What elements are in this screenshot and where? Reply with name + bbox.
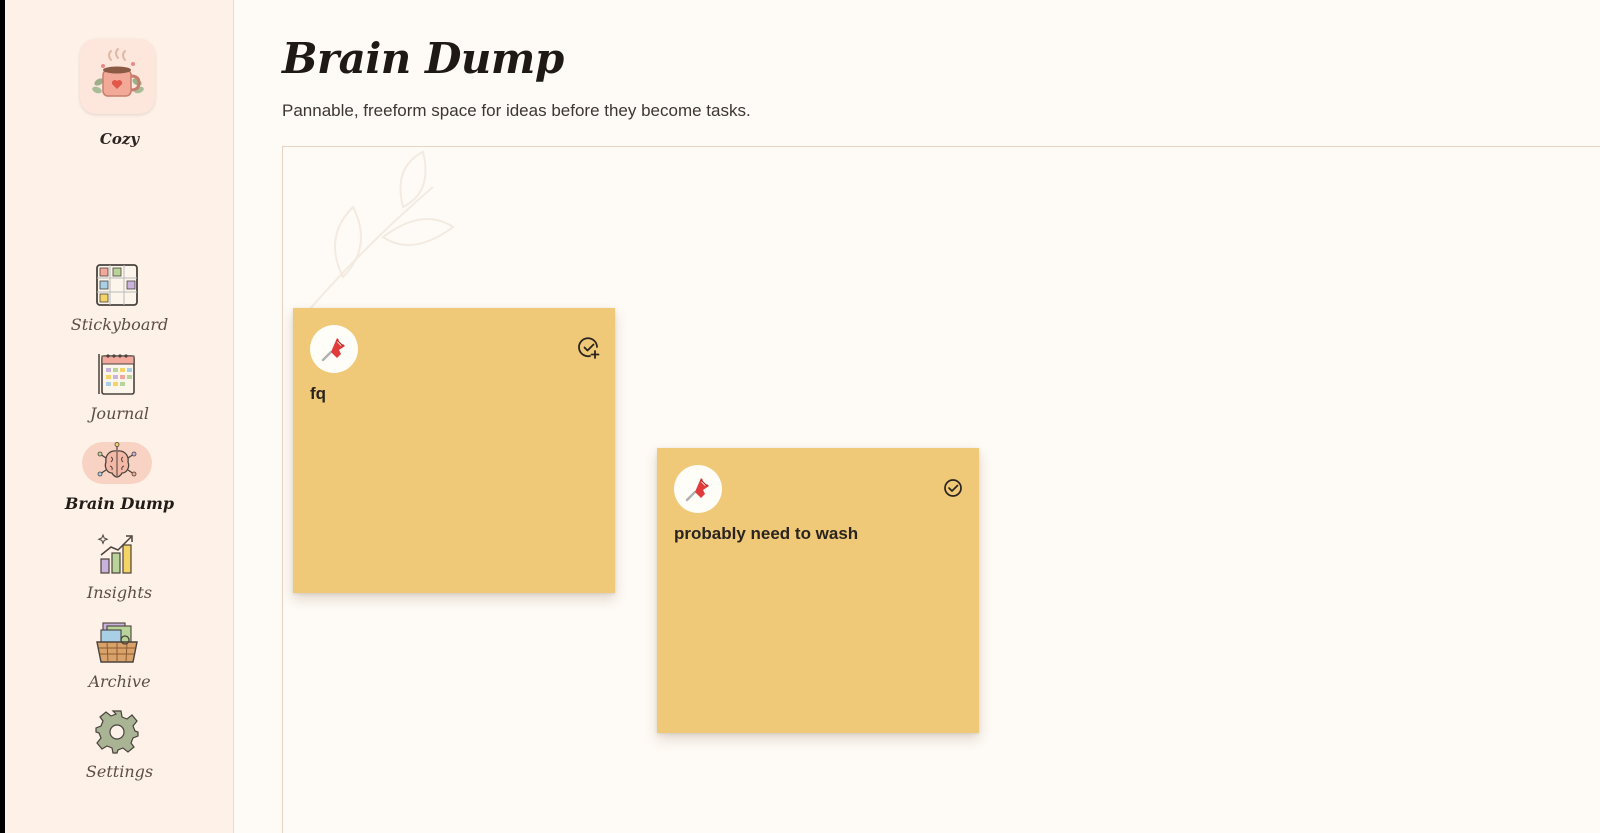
page-title: Brain Dump	[282, 34, 564, 83]
brain-icon	[82, 442, 152, 484]
sidebar-item-insights[interactable]: Insights	[5, 531, 234, 615]
sidebar-item-stickyboard[interactable]: Stickyboard	[5, 263, 234, 347]
sidebar-item-label: Stickyboard	[70, 315, 169, 334]
check-add-icon[interactable]	[577, 336, 601, 360]
sticky-note[interactable]: fq	[293, 308, 615, 593]
sidebar-item-label: Archive	[88, 672, 151, 691]
brain-dump-canvas[interactable]: fq probably need to wash	[282, 146, 1600, 833]
stickyboard-icon	[95, 263, 139, 307]
note-text[interactable]: probably need to wash	[674, 524, 858, 544]
page-subtitle: Pannable, freeform space for ideas befor…	[282, 101, 751, 120]
gear-icon	[95, 710, 139, 754]
note-text[interactable]: fq	[310, 384, 326, 404]
coffee-mug-icon[interactable]	[80, 39, 155, 114]
sidebar-item-settings[interactable]: Settings	[5, 710, 234, 794]
sidebar-item-brain-dump[interactable]: Brain Dump	[5, 442, 234, 526]
sidebar-item-label: Brain Dump	[64, 494, 175, 513]
sidebar: Cozy Stickyboard Journal Brain Dump Insi…	[5, 0, 234, 833]
sidebar-item-label: Journal	[90, 404, 149, 423]
pushpin-icon[interactable]	[310, 325, 358, 373]
pushpin-icon[interactable]	[674, 465, 722, 513]
sidebar-item-label: Insights	[86, 583, 153, 602]
sidebar-item-archive[interactable]: Archive	[5, 620, 234, 704]
sticky-note[interactable]: probably need to wash	[657, 448, 979, 733]
brand-name: Cozy	[99, 130, 140, 148]
sidebar-item-journal[interactable]: Journal	[5, 352, 234, 436]
check-circle-icon[interactable]	[941, 476, 965, 500]
leaf-watermark-icon	[302, 150, 455, 318]
basket-icon	[95, 620, 139, 664]
sidebar-item-label: Settings	[85, 762, 154, 781]
app-window: Cozy Stickyboard Journal Brain Dump Insi…	[5, 0, 1600, 833]
bar-chart-icon	[95, 531, 139, 575]
calendar-journal-icon	[95, 352, 139, 396]
